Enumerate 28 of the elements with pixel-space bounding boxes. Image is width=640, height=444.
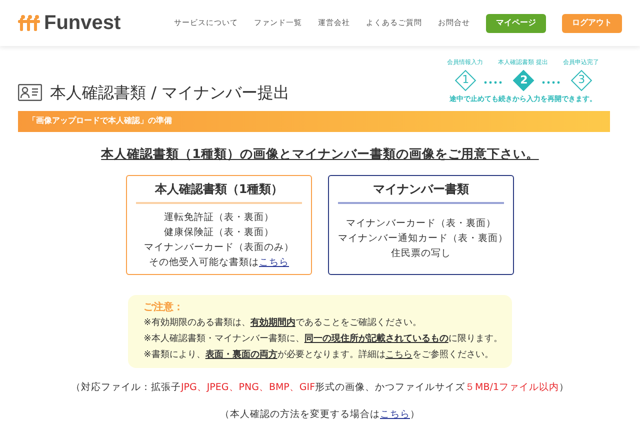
id-card-icon xyxy=(18,84,42,101)
list-text: 住民票の写し xyxy=(391,248,451,259)
list-text: マイナンバーカード（表・裏面） xyxy=(346,218,496,229)
list-text: 運転免許証（表・裏面） xyxy=(164,212,274,223)
list-text: マイナンバー通知カード（表・裏面） xyxy=(338,232,508,244)
step-marker: 2 xyxy=(512,69,534,91)
list-text: 健康保険証（表・裏面） xyxy=(164,226,274,238)
lead-text: 本人確認書類（1種類）の画像とマイナンバー書類の画像をご用意下さい。 xyxy=(101,146,539,160)
notice-text: ※有効期限のある書類は、有効期間内であることをご確認ください。 xyxy=(144,316,422,330)
link[interactable]: こちら xyxy=(259,256,289,268)
dotted-connector xyxy=(484,81,502,84)
logo-icon xyxy=(18,15,40,31)
step-marker: 3 xyxy=(570,69,592,91)
notice-text: ※書類により、表面・裏面の両方が必要となります。詳細はこちら をご参照ください。 xyxy=(144,348,494,362)
notice-title: ご注意： xyxy=(144,300,185,316)
card-title: マイナンバー書類 xyxy=(373,182,469,196)
page-title: 本人確認書類 / マイナンバー提出 xyxy=(50,82,290,104)
step-marker: 1 xyxy=(454,69,476,91)
link[interactable]: こちら xyxy=(380,408,410,420)
section-bar: 「画像アップロードで本人確認」の準備 xyxy=(18,110,610,132)
notice-text: ※本人確認書類・マイナンバー書類に、同一の現住所が記載されているものに限ります。 xyxy=(144,332,502,346)
card-title: 本人確認書類（1種類） xyxy=(154,182,284,196)
change-note: （本人確認の方法を変更する場合は こちら） xyxy=(220,408,420,420)
list-text: マイナンバーカード（表面のみ） xyxy=(144,242,294,253)
file-note: （対応ファイル：拡張子JPG、JPEG、PNG、BMP、GIF形式の画像、かつファイルサイズ ５MB/1ファイル以内） xyxy=(70,382,570,394)
list-text: その他受入可能な書類は こちら xyxy=(149,256,289,268)
logo-text: Funvest xyxy=(44,11,121,36)
dotted-connector xyxy=(542,81,560,84)
